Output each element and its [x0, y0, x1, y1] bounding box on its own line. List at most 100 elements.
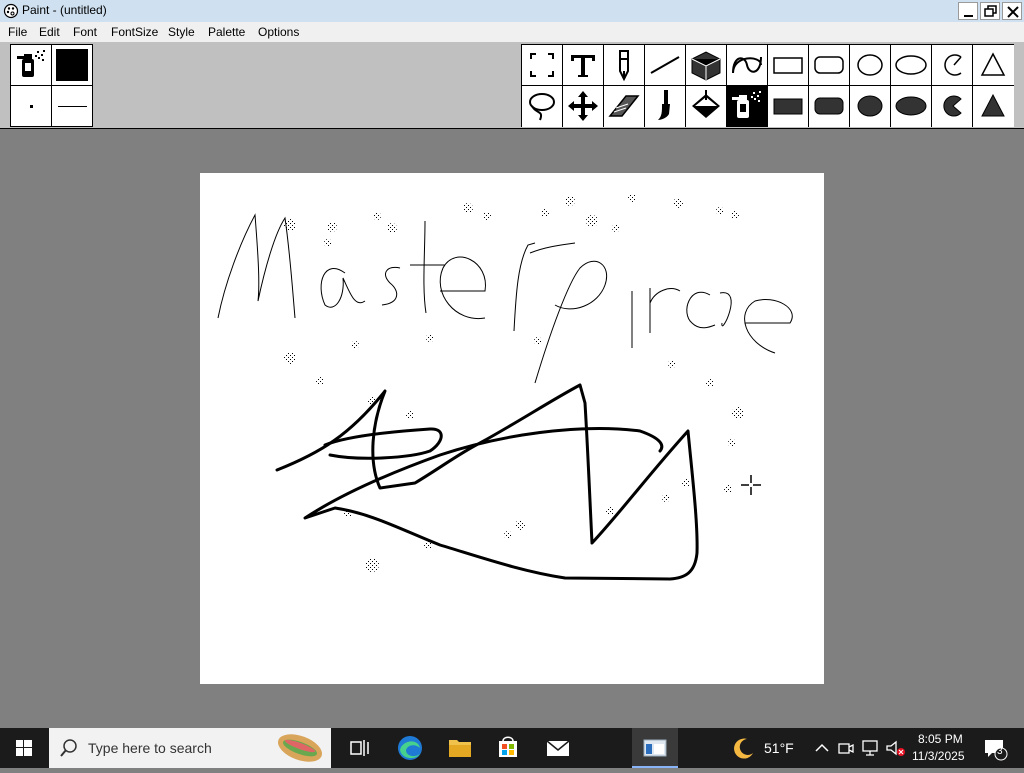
file-explorer-taskbar-button[interactable]	[440, 728, 480, 768]
freeform-curve-icon	[732, 56, 762, 74]
clock-date[interactable]: 11/3/2025	[912, 749, 965, 763]
drawing-canvas[interactable]	[200, 173, 824, 684]
line-icon	[650, 56, 680, 74]
filled-ellipse-wide-icon	[895, 96, 927, 116]
menu-edit[interactable]: Edit	[39, 25, 60, 39]
arc-icon	[944, 54, 962, 76]
weather-temperature[interactable]: 51°F	[764, 740, 794, 756]
airbrush-icon	[17, 50, 45, 77]
brush-icon	[658, 90, 670, 120]
window-title: Paint - (untitled)	[22, 3, 107, 17]
tool-rounded-rectangle[interactable]	[809, 45, 850, 86]
sandwich-icon	[278, 734, 322, 762]
close-button[interactable]	[1002, 2, 1022, 20]
minimize-icon	[964, 15, 973, 17]
tool-ellipse[interactable]	[850, 45, 891, 86]
menu-file[interactable]: File	[8, 25, 27, 39]
task-view-button[interactable]	[340, 728, 380, 768]
filled-triangle-icon	[981, 93, 1005, 117]
rectangle-icon	[773, 57, 803, 74]
tool-pencil[interactable]	[604, 45, 645, 86]
menu-style[interactable]: Style	[168, 25, 195, 39]
select-icon	[530, 53, 554, 77]
edge-taskbar-button[interactable]	[390, 728, 430, 768]
edge-browser-icon	[398, 736, 422, 760]
ellipse-icon	[857, 54, 883, 76]
tool-freeform-curve[interactable]	[727, 45, 768, 86]
current-tool-indicator[interactable]	[10, 44, 52, 86]
filled-pie-icon	[943, 95, 962, 117]
tool-filled-ellipse[interactable]	[850, 86, 891, 127]
task-view-icon	[350, 740, 369, 756]
airbrush-spray-marks	[284, 194, 744, 572]
notification-count: 3	[997, 746, 1003, 757]
tool-paint-bucket[interactable]	[686, 86, 727, 127]
restore-icon	[984, 5, 997, 17]
drawing	[217, 194, 793, 581]
tool-line[interactable]	[645, 45, 686, 86]
tool-filled-rectangle[interactable]	[768, 86, 809, 127]
weather-moon-icon	[734, 738, 753, 759]
volume-muted-icon[interactable]	[884, 738, 908, 758]
menu-font[interactable]: Font	[73, 25, 97, 39]
tool-triangle[interactable]	[973, 45, 1014, 86]
menu-palette[interactable]: Palette	[208, 25, 245, 39]
tool-rectangle[interactable]	[768, 45, 809, 86]
box-3d-icon	[691, 51, 721, 81]
taskbar-search-box[interactable]: Type here to search	[49, 728, 331, 768]
tool-select[interactable]	[522, 45, 563, 86]
mail-icon	[546, 740, 570, 756]
tool-3d-box[interactable]	[686, 45, 727, 86]
foreground-color-swatch[interactable]	[51, 44, 93, 86]
restore-button[interactable]	[980, 2, 1000, 20]
triangle-icon	[980, 52, 1006, 76]
tool-filled-ellipse-wide[interactable]	[891, 86, 932, 127]
pencil-icon	[619, 50, 629, 82]
eraser-icon	[608, 95, 640, 117]
chevron-up-icon[interactable]	[812, 740, 832, 756]
mail-taskbar-button[interactable]	[538, 728, 578, 768]
lasso-icon	[529, 93, 555, 121]
handwritten-text-strokes	[217, 213, 793, 384]
taskbar: Type here to search 51°F 8:05 PM 11/3/20…	[0, 728, 1024, 768]
tool-filled-pie[interactable]	[932, 86, 973, 127]
paint-taskbar-button[interactable]	[632, 728, 678, 768]
rounded-rectangle-icon	[814, 56, 844, 74]
tool-arc[interactable]	[932, 45, 973, 86]
filled-rectangle-icon	[773, 98, 803, 115]
paint-bucket-icon	[692, 90, 720, 118]
line-width-selector[interactable]	[51, 85, 93, 127]
point-size-selector[interactable]	[10, 85, 52, 127]
start-button[interactable]	[0, 728, 48, 768]
menu-options[interactable]: Options	[258, 25, 299, 39]
tool-eraser[interactable]	[604, 86, 645, 127]
network-icon[interactable]	[860, 738, 882, 758]
tool-ellipse-wide[interactable]	[891, 45, 932, 86]
tool-airbrush[interactable]	[727, 86, 768, 127]
menu-fontsize[interactable]: FontSize	[111, 25, 158, 39]
line-width-sample	[58, 106, 87, 107]
minimize-button[interactable]	[958, 2, 978, 20]
store-taskbar-button[interactable]	[488, 728, 528, 768]
tool-brush[interactable]	[645, 86, 686, 127]
filled-ellipse-icon	[857, 95, 883, 117]
point-size-dot	[30, 105, 33, 108]
crosshair-cursor-icon	[741, 475, 761, 495]
paint-app-icon	[3, 3, 19, 19]
filled-rounded-rectangle-icon	[814, 97, 844, 115]
tool-filled-triangle[interactable]	[973, 86, 1014, 127]
menu-bar: File Edit Font FontSize Style Palette Op…	[0, 22, 1024, 42]
tool-filled-rounded-rectangle[interactable]	[809, 86, 850, 127]
tool-lasso[interactable]	[522, 86, 563, 127]
folder-icon	[449, 740, 471, 757]
paint-window-icon	[643, 739, 667, 757]
notification-icon[interactable]	[982, 736, 1008, 762]
tool-move[interactable]	[563, 86, 604, 127]
meet-now-icon[interactable]	[836, 738, 856, 758]
text-icon	[571, 55, 595, 77]
tool-text[interactable]	[563, 45, 604, 86]
airbrush-icon	[732, 91, 761, 118]
close-icon	[1007, 6, 1019, 18]
search-placeholder: Type here to search	[88, 740, 212, 756]
clock-time[interactable]: 8:05 PM	[918, 732, 963, 746]
